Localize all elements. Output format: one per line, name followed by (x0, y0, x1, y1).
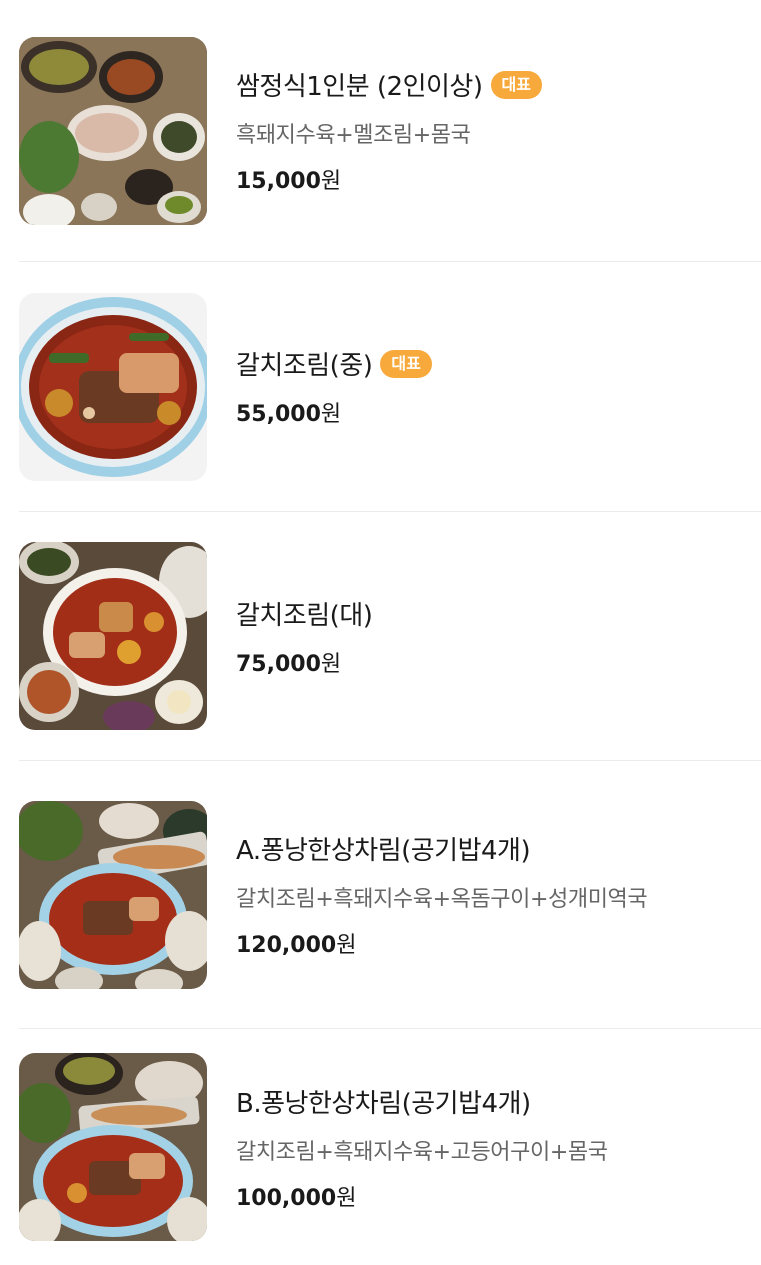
menu-item-name: 쌈정식1인분 (2인이상) (236, 72, 483, 102)
price-value: 15,000 (236, 169, 321, 194)
menu-item-name-row: B.퐁낭한상차림(공기밥4개) (236, 1083, 608, 1120)
menu-item-name-row: 갈치조림(중) 대표 (236, 345, 432, 382)
menu-item-price: 75,000원 (236, 646, 372, 678)
menu-item-info: A.퐁낭한상차림(공기밥4개) 갈치조림+흑돼지수육+옥돔구이+성개미역국 12… (236, 830, 648, 959)
price-value: 55,000 (236, 402, 321, 427)
menu-item-name: A.퐁낭한상차림(공기밥4개) (236, 836, 531, 866)
menu-item-info: 쌈정식1인분 (2인이상) 대표 흑돼지수육+멜조림+몸국 15,000원 (236, 66, 542, 195)
menu-item-description: 갈치조림+흑돼지수육+고등어구이+몸국 (236, 1139, 608, 1165)
signature-badge: 대표 (380, 349, 432, 378)
menu-item-1[interactable]: 쌈정식1인분 (2인이상) 대표 흑돼지수육+멜조림+몸국 15,000원 (19, 0, 761, 262)
menu-item-description: 흑돼지수육+멜조림+몸국 (236, 123, 471, 148)
menu-item-info: 갈치조림(중) 대표 55,000원 (236, 345, 432, 428)
menu-item-price: 15,000원 (236, 163, 542, 195)
signature-badge: 대표 (490, 70, 542, 99)
menu-item-image[interactable] (19, 542, 207, 730)
menu-item-5[interactable]: B.퐁낭한상차림(공기밥4개) 갈치조림+흑돼지수육+고등어구이+몸국 100,… (19, 1029, 761, 1265)
menu-item-name: B.퐁낭한상차림(공기밥4개) (236, 1088, 531, 1119)
menu-item-price: 55,000원 (236, 396, 432, 428)
price-currency: 원 (336, 933, 357, 958)
food-photo-icon (19, 36, 207, 225)
menu-item-image[interactable] (19, 36, 207, 225)
menu-item-name: 갈치조림(대) (236, 600, 373, 631)
menu-item-info: B.퐁낭한상차림(공기밥4개) 갈치조림+흑돼지수육+고등어구이+몸국 100,… (236, 1083, 608, 1212)
menu-item-price: 100,000원 (236, 1180, 608, 1212)
menu-item-3[interactable]: 갈치조림(대) 75,000원 (19, 512, 761, 761)
menu-item-name-row: A.퐁낭한상차림(공기밥4개) (236, 830, 647, 867)
food-photo-icon (19, 542, 207, 730)
price-value: 120,000 (236, 933, 337, 958)
menu-item-description: 갈치조림+흑돼지수육+옥돔구이+성개미역국 (236, 887, 648, 912)
menu-item-2[interactable]: 갈치조림(중) 대표 55,000원 (19, 262, 761, 512)
food-photo-icon (19, 1053, 207, 1241)
price-value: 75,000 (236, 651, 321, 677)
price-currency: 원 (336, 1185, 357, 1211)
price-currency: 원 (320, 169, 342, 194)
price-currency: 원 (320, 651, 342, 677)
menu-item-info: 갈치조림(대) 75,000원 (236, 595, 373, 678)
menu-item-4[interactable]: A.퐁낭한상차림(공기밥4개) 갈치조림+흑돼지수육+옥돔구이+성개미역국 12… (19, 761, 761, 1029)
food-photo-icon (19, 292, 207, 481)
menu-item-image[interactable] (19, 1053, 207, 1241)
menu-item-price: 120,000원 (236, 927, 647, 959)
price-value: 100,000 (236, 1185, 337, 1211)
menu-item-image[interactable] (19, 292, 207, 481)
menu-item-image[interactable] (19, 800, 207, 989)
food-photo-icon (19, 800, 207, 989)
price-currency: 원 (320, 402, 342, 427)
menu-item-name: 갈치조림(중) (236, 351, 373, 381)
menu-item-name-row: 갈치조림(대) (236, 595, 373, 632)
menu-item-name-row: 쌈정식1인분 (2인이상) 대표 (236, 66, 542, 103)
